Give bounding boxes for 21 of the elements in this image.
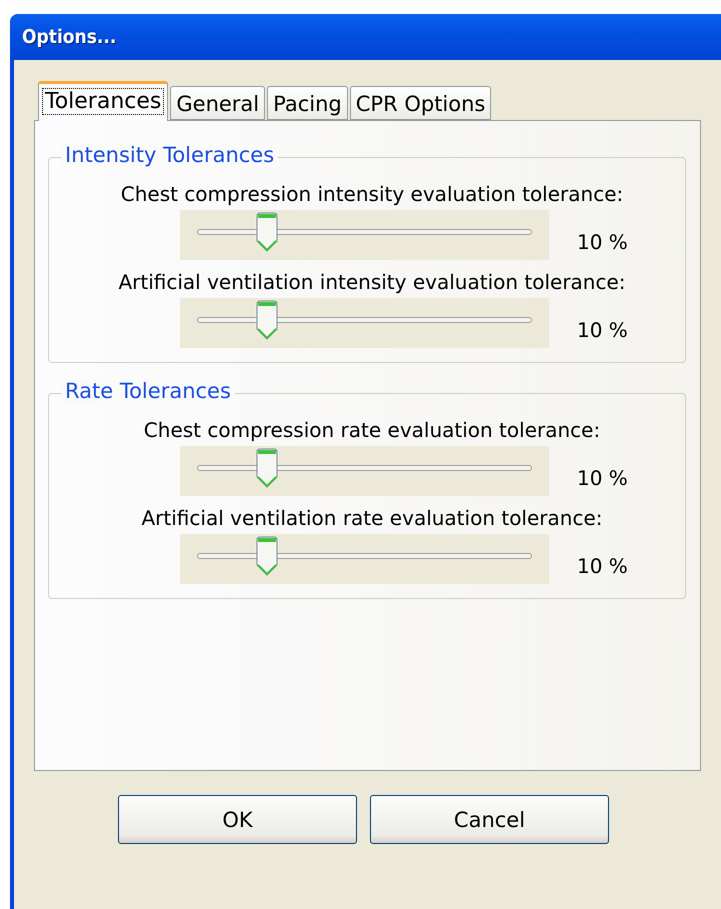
slider-value: 10 %	[577, 553, 628, 578]
slider-value: 10 %	[577, 229, 628, 254]
slider-value: 10 %	[577, 465, 628, 490]
slider-thumb[interactable]	[256, 212, 278, 252]
window-title: Options...	[22, 26, 116, 48]
tab[interactable]: Pacing	[267, 86, 348, 120]
tab[interactable]: CPR Options	[350, 86, 492, 120]
cancel-button[interactable]: Cancel	[370, 795, 609, 844]
slider-label: Chest compression intensity evaluation tolerance:	[120, 181, 624, 208]
tab[interactable]: General	[170, 86, 266, 120]
tab[interactable]: Tolerances	[38, 81, 168, 121]
group-title: Rate Tolerances	[61, 379, 235, 403]
group-title: Intensity Tolerances	[61, 143, 278, 167]
slider-thumb[interactable]	[256, 536, 278, 576]
slider-thumb[interactable]	[256, 300, 278, 340]
slider-label: Chest compression rate evaluation tolerance:	[142, 417, 602, 444]
slider-thumb[interactable]	[256, 448, 278, 488]
slider-label: Artificial ventilation intensity evaluation tolerance:	[117, 269, 627, 296]
ok-button[interactable]: OK	[118, 795, 357, 844]
slider-value: 10 %	[577, 317, 628, 342]
slider-label: Artificial ventilation rate evaluation tolerance:	[140, 505, 604, 532]
